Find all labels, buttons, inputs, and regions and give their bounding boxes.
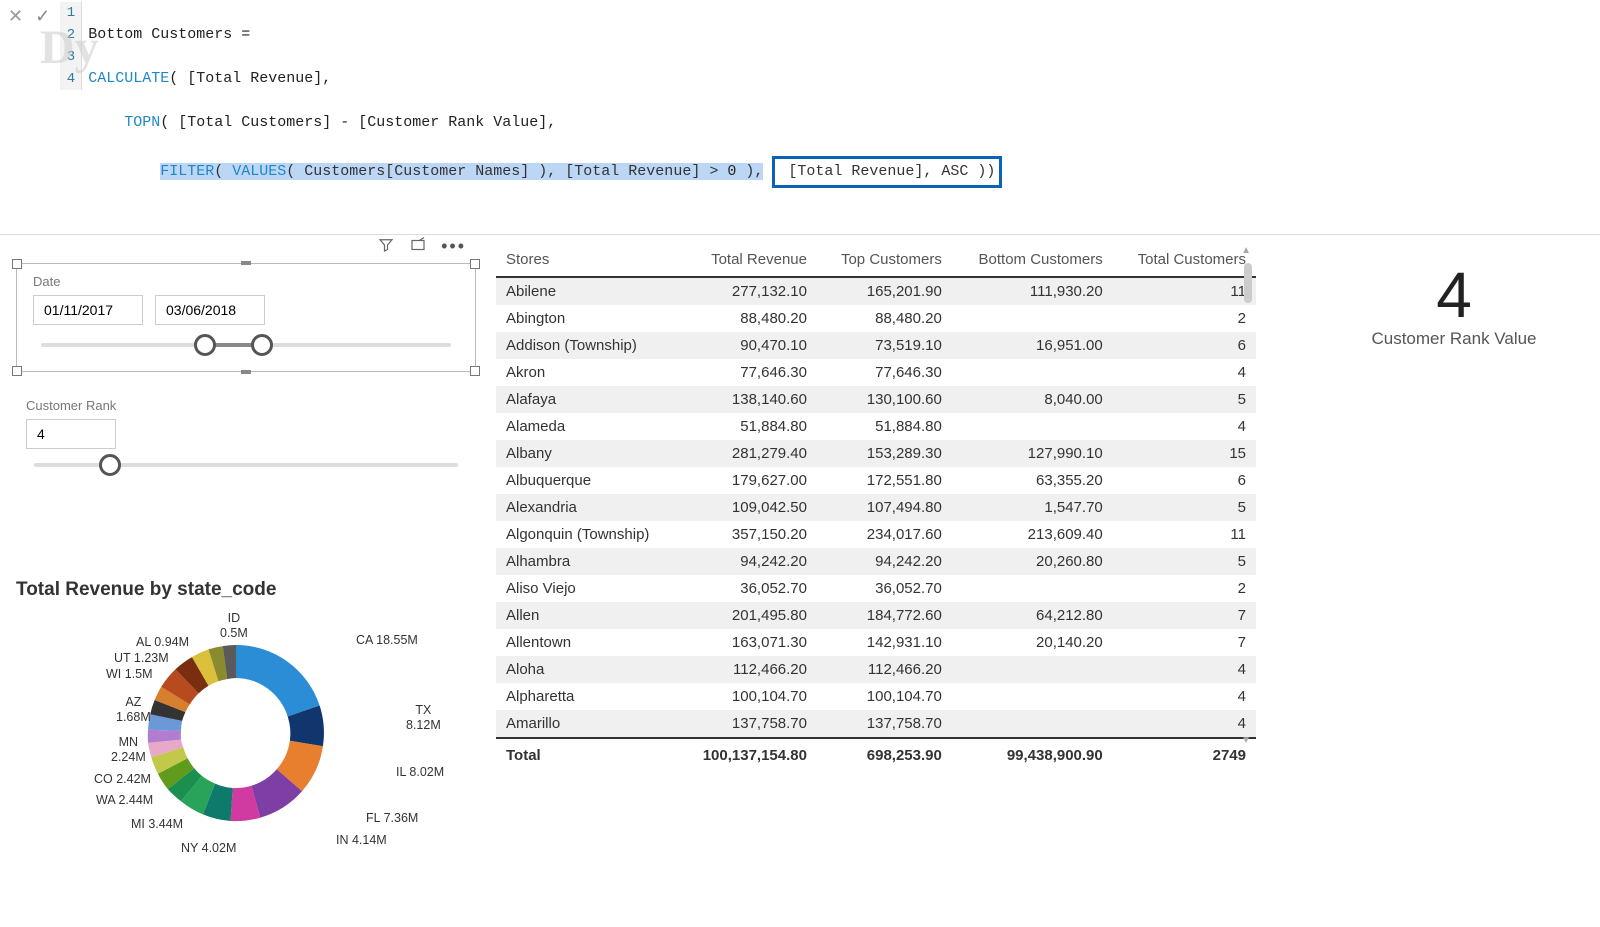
formula-gutter: 1 2 3 4 bbox=[60, 2, 82, 90]
stores-table-visual[interactable]: Stores Total Revenue Top Customers Botto… bbox=[496, 243, 1256, 772]
table-row[interactable]: Alafaya138,140.60130,100.608,040.005 bbox=[496, 386, 1256, 413]
donut-label: AL 0.94M bbox=[136, 635, 189, 650]
date-end-input[interactable] bbox=[155, 295, 265, 325]
customer-rank-card[interactable]: 4 Customer Rank Value bbox=[1324, 263, 1584, 349]
col-total-customers[interactable]: Total Customers bbox=[1113, 243, 1256, 277]
customer-rank-slicer[interactable]: Customer Rank bbox=[16, 392, 476, 479]
donut-label: AZ1.68M bbox=[116, 695, 151, 725]
donut-label: NY 4.02M bbox=[181, 841, 236, 856]
table-header-row: Stores Total Revenue Top Customers Botto… bbox=[496, 243, 1256, 277]
table-row[interactable]: Alexandria109,042.50107,494.801,547.705 bbox=[496, 494, 1256, 521]
table-row[interactable]: Albuquerque179,627.00172,551.8063,355.20… bbox=[496, 467, 1256, 494]
focus-mode-icon[interactable] bbox=[409, 236, 427, 257]
donut-label: WA 2.44M bbox=[96, 793, 153, 808]
date-slider-track[interactable] bbox=[41, 343, 451, 347]
formula-editor[interactable]: Bottom Customers = CALCULATE( [Total Rev… bbox=[82, 2, 1596, 232]
donut-label: TX8.12M bbox=[406, 703, 441, 733]
table-total-row: Total 100,137,154.80 698,253.90 99,438,9… bbox=[496, 738, 1256, 772]
table-row[interactable]: Abilene277,132.10165,201.90111,930.2011 bbox=[496, 277, 1256, 305]
date-slicer-title: Date bbox=[33, 274, 459, 289]
table-row[interactable]: Allen201,495.80184,772.6064,212.807 bbox=[496, 602, 1256, 629]
col-bottom-customers[interactable]: Bottom Customers bbox=[952, 243, 1113, 277]
card-label: Customer Rank Value bbox=[1324, 329, 1584, 349]
table-scrollbar[interactable]: ▲ ▼ bbox=[1242, 243, 1254, 772]
rank-slider-handle[interactable] bbox=[99, 454, 121, 476]
donut-label: ID0.5M bbox=[220, 611, 248, 641]
donut-label: FL 7.36M bbox=[366, 811, 418, 826]
card-value: 4 bbox=[1324, 263, 1584, 327]
col-total-revenue[interactable]: Total Revenue bbox=[678, 243, 817, 277]
col-top-customers[interactable]: Top Customers bbox=[817, 243, 952, 277]
donut-label: WI 1.5M bbox=[106, 667, 153, 682]
rank-slicer-title: Customer Rank bbox=[26, 398, 466, 413]
formula-commit-icon[interactable]: ✓ bbox=[35, 6, 50, 27]
donut-chart-visual[interactable]: Total Revenue by state_code bbox=[16, 579, 456, 919]
table-row[interactable]: Akron77,646.3077,646.304 bbox=[496, 359, 1256, 386]
donut-label: MI 3.44M bbox=[131, 817, 183, 832]
table-row[interactable]: Abington88,480.2088,480.202 bbox=[496, 305, 1256, 332]
donut-label: IL 8.02M bbox=[396, 765, 444, 780]
stores-table[interactable]: Stores Total Revenue Top Customers Botto… bbox=[496, 243, 1256, 772]
table-row[interactable]: Allentown163,071.30142,931.1020,140.207 bbox=[496, 629, 1256, 656]
donut-label: CO 2.42M bbox=[94, 772, 151, 787]
formula-cancel-icon[interactable]: ✕ bbox=[8, 6, 23, 27]
table-row[interactable]: Algonquin (Township)357,150.20234,017.60… bbox=[496, 521, 1256, 548]
col-stores[interactable]: Stores bbox=[496, 243, 678, 277]
table-row[interactable]: Alameda51,884.8051,884.804 bbox=[496, 413, 1256, 440]
table-row[interactable]: Addison (Township)90,470.1073,519.1016,9… bbox=[496, 332, 1256, 359]
table-row[interactable]: Aliso Viejo36,052.7036,052.702 bbox=[496, 575, 1256, 602]
donut-title: Total Revenue by state_code bbox=[16, 579, 456, 601]
table-row[interactable]: Amarillo137,758.70137,758.704 bbox=[496, 710, 1256, 738]
date-start-input[interactable] bbox=[33, 295, 143, 325]
date-slider-end-handle[interactable] bbox=[251, 334, 273, 356]
table-row[interactable]: Aloha112,466.20112,466.204 bbox=[496, 656, 1256, 683]
rank-slider-track[interactable] bbox=[34, 463, 458, 467]
formula-highlight-box: [Total Revenue], ASC )) bbox=[772, 156, 1002, 188]
table-row[interactable]: Alpharetta100,104.70100,104.704 bbox=[496, 683, 1256, 710]
more-options-icon[interactable]: ••• bbox=[441, 236, 466, 257]
rank-value-input[interactable] bbox=[26, 419, 116, 449]
donut-label: MN2.24M bbox=[111, 735, 146, 765]
donut-label: UT 1.23M bbox=[114, 651, 169, 666]
date-slicer[interactable]: Date bbox=[16, 263, 476, 372]
donut-label: IN 4.14M bbox=[336, 833, 387, 848]
date-slider-start-handle[interactable] bbox=[194, 334, 216, 356]
donut-label: CA 18.55M bbox=[356, 633, 418, 648]
table-row[interactable]: Alhambra94,242.2094,242.2020,260.805 bbox=[496, 548, 1256, 575]
table-row[interactable]: Albany281,279.40153,289.30127,990.1015 bbox=[496, 440, 1256, 467]
formula-bar: ✕ ✓ 1 2 3 4 Bottom Customers = CALCULATE… bbox=[0, 0, 1600, 235]
filter-icon[interactable] bbox=[377, 236, 395, 257]
